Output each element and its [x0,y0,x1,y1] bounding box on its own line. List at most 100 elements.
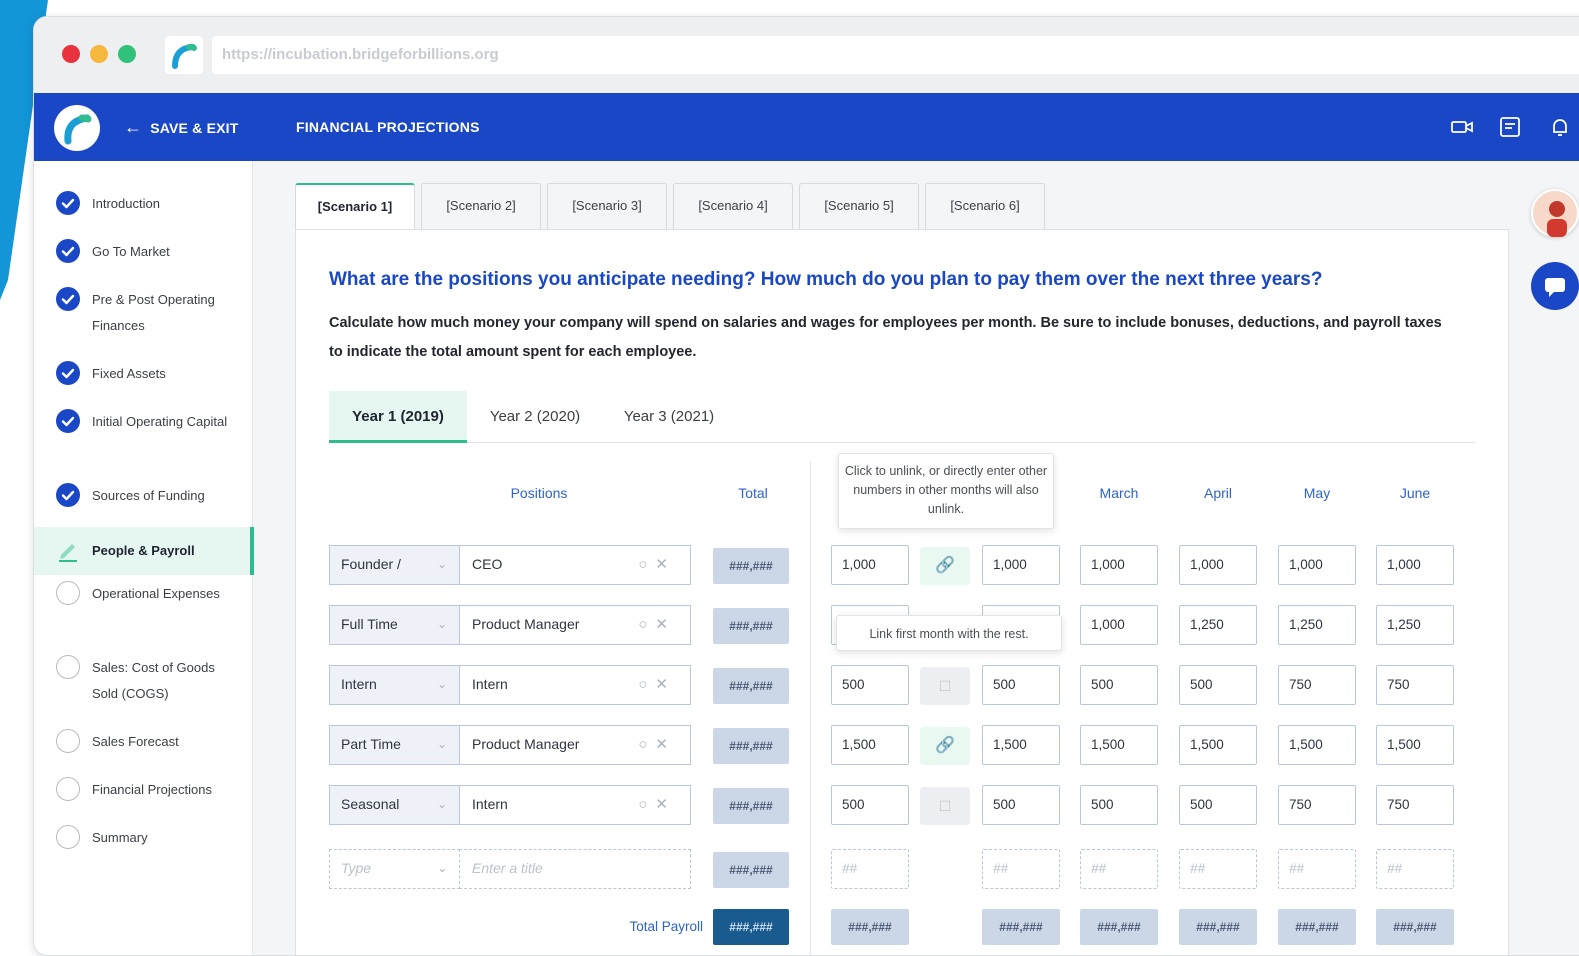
position-type-select[interactable]: Intern ⌄ [329,665,460,705]
month-input[interactable]: 500 [1080,785,1158,825]
position-title-input[interactable]: Intern ○✕ [459,785,691,825]
sidebar-item-sources-of-funding[interactable]: Sources of Funding [34,483,253,509]
close-icon[interactable]: ✕ [655,736,676,753]
unlink-icon[interactable]: ☐ [920,787,970,825]
position-type-select[interactable]: Part Time ⌄ [329,725,460,765]
month-input[interactable]: 500 [982,785,1060,825]
new-type-select[interactable]: Type ⌄ [329,849,460,889]
search-icon[interactable]: ○ [638,616,655,633]
close-icon[interactable]: ✕ [655,556,676,573]
month-input[interactable]: 500 [1080,665,1158,705]
month-input[interactable]: 1,500 [1179,725,1257,765]
sidebar-item-people-payroll[interactable]: People & Payroll [34,527,254,575]
month-input[interactable]: 500 [1179,665,1257,705]
month-input[interactable]: 1,500 [831,725,909,765]
tab-scenario-2[interactable]: [Scenario 2] [421,183,541,229]
month-input[interactable]: 1,500 [982,725,1060,765]
empty-circle-icon [56,825,80,849]
month-input[interactable]: 500 [1179,785,1257,825]
sidebar-item-financial-projections[interactable]: Financial Projections [34,777,253,803]
chat-icon[interactable] [1531,262,1579,310]
search-icon[interactable]: ○ [638,556,655,573]
chevron-down-icon: ⌄ [436,737,447,751]
month-input[interactable]: 750 [1278,665,1356,705]
maximize-window-dot[interactable] [118,45,136,63]
search-icon[interactable]: ○ [638,796,655,813]
position-title-input[interactable]: Product Manager ○✕ [459,605,691,645]
month-input[interactable]: 750 [1376,785,1454,825]
month-input[interactable]: 750 [1278,785,1356,825]
sidebar-item-pre-post-operating-finances[interactable]: Pre & Post Operating Finances [34,287,253,339]
new-title-input[interactable]: Enter a title [459,849,691,889]
month-input[interactable]: 1,000 [982,545,1060,585]
link-tooltip-text: Link first month with the rest. [869,627,1029,641]
tab-scenario-3[interactable]: [Scenario 3] [547,183,667,229]
search-icon[interactable]: ○ [638,736,655,753]
sidebar-item-introduction[interactable]: Introduction [34,191,253,217]
position-type-select[interactable]: Founder / ⌄ [329,545,460,585]
sidebar-item-go-to-market[interactable]: Go To Market [34,239,253,265]
video-icon[interactable] [1450,115,1474,139]
avatar[interactable] [1531,189,1579,237]
close-icon[interactable]: ✕ [655,796,676,813]
new-month-input[interactable]: ## [831,849,909,889]
tab-year-1[interactable]: Year 1 (2019) [329,391,467,443]
tab-scenario-1[interactable]: [Scenario 1] [295,183,415,230]
month-input[interactable]: 500 [982,665,1060,705]
address-bar[interactable]: https://incubation.bridgeforbillions.org [212,36,1579,74]
position-type-select[interactable]: Full Time ⌄ [329,605,460,645]
total-column-header: Total [738,485,768,501]
new-month-input[interactable]: ## [1179,849,1257,889]
app-logo-icon[interactable] [54,105,100,151]
position-type-select[interactable]: Seasonal ⌄ [329,785,460,825]
tab-year-2[interactable]: Year 2 (2020) [475,391,595,443]
month-input[interactable]: 1,000 [1278,545,1356,585]
sidebar-item-sales-forecast[interactable]: Sales Forecast [34,729,253,755]
month-input[interactable]: 750 [1376,665,1454,705]
new-month-input[interactable]: ## [1080,849,1158,889]
new-month-input[interactable]: ## [1376,849,1454,889]
bell-icon[interactable] [1548,115,1572,139]
link-icon[interactable]: 🔗 [920,547,970,585]
sidebar-item-fixed-assets[interactable]: Fixed Assets [34,361,253,387]
month-input[interactable]: 1,000 [831,545,909,585]
close-window-dot[interactable] [62,45,80,63]
sidebar-item-operational-expenses[interactable]: Operational Expenses [34,581,253,607]
sidebar-item-label: Sources of Funding [92,488,205,503]
position-title-input[interactable]: CEO ○✕ [459,545,691,585]
search-icon[interactable]: ○ [638,676,655,693]
position-title-input[interactable]: Intern ○✕ [459,665,691,705]
month-input[interactable]: 1,500 [1278,725,1356,765]
sidebar-item-initial-operating-capital[interactable]: Initial Operating Capital [34,409,253,435]
month-input[interactable]: 1,250 [1278,605,1356,645]
browser-window: https://incubation.bridgeforbillions.org… [33,16,1579,956]
minimize-window-dot[interactable] [90,45,108,63]
url-text: https://incubation.bridgeforbillions.org [222,46,499,63]
tab-scenario-6[interactable]: [Scenario 6] [925,183,1045,229]
sidebar-item-summary[interactable]: Summary [34,825,253,851]
save-exit-button[interactable]: ← SAVE & EXIT [124,117,239,138]
month-input[interactable]: 1,500 [1080,725,1158,765]
unlink-icon[interactable]: ☐ [920,667,970,705]
tab-year-3[interactable]: Year 3 (2021) [609,391,729,443]
new-month-input[interactable]: ## [982,849,1060,889]
month-input[interactable]: 1,000 [1179,545,1257,585]
month-input[interactable]: 1,250 [1179,605,1257,645]
month-input[interactable]: 500 [831,665,909,705]
month-input[interactable]: 500 [831,785,909,825]
notes-icon[interactable] [1498,115,1522,139]
link-icon[interactable]: 🔗 [920,727,970,765]
month-input[interactable]: 1,000 [1080,545,1158,585]
new-month-input[interactable]: ## [1278,849,1356,889]
month-input[interactable]: 1,000 [1376,545,1454,585]
tab-scenario-5[interactable]: [Scenario 5] [799,183,919,229]
month-input[interactable]: 1,250 [1376,605,1454,645]
sidebar-item-sales-cost-of-goods-sold-cogs[interactable]: Sales: Cost of Goods Sold (COGS) [34,655,253,707]
tab-scenario-4[interactable]: [Scenario 4] [673,183,793,229]
month-input[interactable]: 1,500 [1376,725,1454,765]
month-total: ###,### [1376,909,1454,945]
close-icon[interactable]: ✕ [655,616,676,633]
month-input[interactable]: 1,000 [1080,605,1158,645]
close-icon[interactable]: ✕ [655,676,676,693]
position-title-input[interactable]: Product Manager ○✕ [459,725,691,765]
